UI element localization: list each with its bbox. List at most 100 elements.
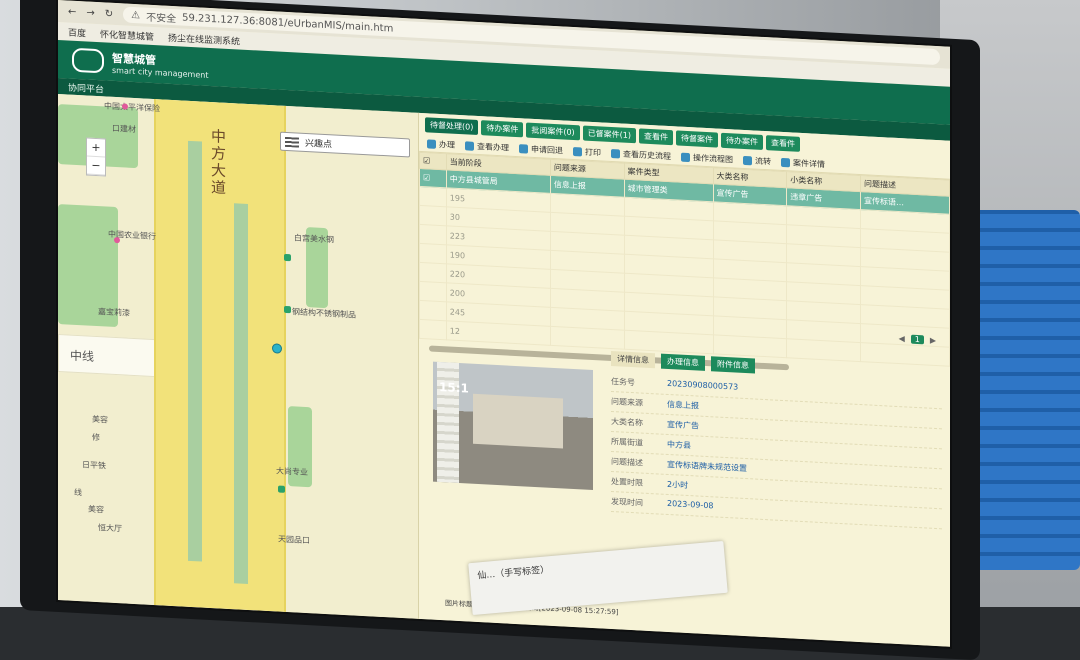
map-label: 天园品口 (278, 534, 310, 546)
info-key: 任务号 (611, 376, 635, 388)
tab-6[interactable]: 待办案件 (721, 132, 764, 150)
tab-0[interactable]: 待督处理(0) (425, 117, 479, 136)
info-key: 处置时限 (611, 476, 643, 488)
detail-info: 详情信息 办理信息 附件信息 任务号 20230908000573 问题来源 信息上… (603, 345, 950, 647)
map-label: 线 (74, 487, 82, 498)
select-all-checkbox[interactable]: ☑ (419, 152, 447, 170)
print-icon (573, 146, 582, 157)
zoom-in-button[interactable]: + (87, 138, 105, 158)
poi-marker-icon[interactable] (122, 103, 128, 110)
info-key: 问题来源 (611, 396, 643, 408)
bookmark-0[interactable]: 百度 (68, 25, 86, 39)
flowchart-label: 操作流程图 (693, 153, 733, 165)
prev-page-icon[interactable]: ◀ (899, 334, 905, 343)
forward-icon[interactable]: → (86, 7, 94, 18)
detail-icon (781, 157, 790, 168)
tab-1[interactable]: 待办案件 (481, 120, 524, 138)
tab-3[interactable]: 已督案件(1) (582, 125, 637, 144)
transfer-label: 流转 (755, 156, 771, 167)
tab-7[interactable]: 查看件 (766, 135, 801, 152)
bookmark-1[interactable]: 怀化智慧城管 (100, 27, 154, 43)
handle-icon (427, 139, 436, 149)
tab-4[interactable]: 查看件 (639, 128, 674, 146)
poi-marker-icon[interactable] (114, 236, 120, 244)
detail-button[interactable]: 案件详情 (781, 157, 825, 170)
reload-icon[interactable]: ↻ (105, 8, 113, 19)
info-key: 所属街道 (611, 436, 643, 448)
road-median (188, 140, 202, 562)
map-label: 口建材 (112, 123, 136, 135)
info-value: 信息上报 (667, 399, 699, 411)
map-label: 日平铁 (82, 460, 106, 471)
view-handle-button[interactable]: 查看办理 (465, 140, 509, 153)
handle-button[interactable]: 办理 (427, 138, 455, 150)
row-checkbox[interactable]: ☑ (419, 168, 447, 188)
tab-2[interactable]: 批阅案件(0) (526, 122, 580, 141)
flowchart-icon (681, 152, 690, 163)
info-value: 宣传广告 (667, 419, 699, 431)
map-label: 修 (92, 432, 100, 443)
map-panel[interactable]: 中方大道 中国太平洋保险 口建材 中国农业银行 嘉宝莉漆 中线 白宫美水钢 钢结… (58, 94, 418, 619)
case-photo[interactable]: 15:1 (433, 361, 593, 491)
warning-icon: ⚠ (131, 9, 141, 21)
info-value: 中方县 (667, 439, 691, 451)
history-icon (611, 148, 620, 159)
info-key: 发现时间 (611, 496, 643, 508)
bookmark-2[interactable]: 扬尘在线监测系统 (168, 30, 240, 47)
info-value: 2023-09-08 (667, 498, 714, 511)
page-current[interactable]: 1 (910, 334, 924, 345)
flowchart-button[interactable]: 操作流程图 (681, 152, 733, 166)
transfer-button[interactable]: 流转 (743, 155, 771, 167)
road-name: 中方大道 (209, 127, 227, 197)
next-page-icon[interactable]: ▶ (930, 336, 936, 345)
rollback-label: 申请回退 (531, 144, 563, 156)
transfer-icon (743, 155, 752, 166)
map-label: 中线 (70, 348, 95, 364)
print-label: 打印 (585, 147, 601, 158)
photo-timestamp: 15:1 (439, 379, 469, 396)
blue-crate (970, 210, 1080, 570)
info-key: 大类名称 (611, 416, 643, 428)
menu-icon[interactable] (285, 136, 299, 148)
history-button[interactable]: 查看历史流程 (611, 148, 671, 162)
pager: ◀ 1 ▶ (899, 334, 936, 345)
view-handle-label: 查看办理 (477, 141, 509, 153)
info-value: 20230908000573 (667, 378, 739, 392)
detail-tab-1[interactable]: 办理信息 (661, 353, 705, 371)
monitor-screen: ← → ↻ ⚠ 不安全 59.231.127.36:8081/eUrbanMIS… (58, 0, 950, 647)
zoom-out-button[interactable]: − (87, 156, 105, 176)
map-label: 钢结构不锈钢制品 (292, 307, 356, 320)
photo-building (473, 393, 563, 449)
map-label: 白宫美水钢 (294, 233, 334, 245)
map-zoom-control: + − (86, 137, 106, 177)
handle-label: 办理 (439, 139, 455, 150)
view-icon (465, 141, 474, 151)
info-value: 宣传标语牌未规范设置 (667, 459, 747, 474)
app-logo-icon (72, 47, 104, 74)
map-label: 恒大厅 (98, 523, 122, 534)
map-label: 美容 (88, 504, 104, 515)
history-label: 查看历史流程 (623, 149, 671, 162)
info-key: 问题描述 (611, 456, 643, 468)
tab-5[interactable]: 待督案件 (676, 130, 719, 148)
undo-icon (519, 144, 528, 154)
detail-tab-0[interactable]: 详情信息 (611, 350, 655, 369)
poi-marker-icon[interactable] (284, 253, 291, 262)
location-pin-icon[interactable] (272, 343, 282, 354)
security-label: 不安全 (146, 12, 177, 25)
rollback-button[interactable]: 申请回退 (519, 143, 563, 156)
map-label: 嘉宝莉漆 (98, 307, 130, 318)
detail-tab-2[interactable]: 附件信息 (711, 356, 755, 374)
case-table: ☑ 当前阶段 问题来源 案件类型 大类名称 小类名称 问题描述 ☑ 中方县城管局… (419, 152, 950, 367)
detail-label: 案件详情 (793, 158, 825, 170)
back-icon[interactable]: ← (68, 6, 76, 17)
road-median (234, 203, 248, 584)
poi-search[interactable]: 兴趣点 (280, 131, 410, 158)
map-label: 大尚专业 (276, 466, 308, 478)
poi-marker-icon[interactable] (278, 485, 285, 493)
poi-marker-icon[interactable] (284, 305, 291, 314)
map-label: 美容 (92, 414, 108, 425)
info-value: 2小时 (667, 479, 689, 491)
poi-search-label: 兴趣点 (305, 138, 333, 151)
print-button[interactable]: 打印 (573, 146, 601, 158)
